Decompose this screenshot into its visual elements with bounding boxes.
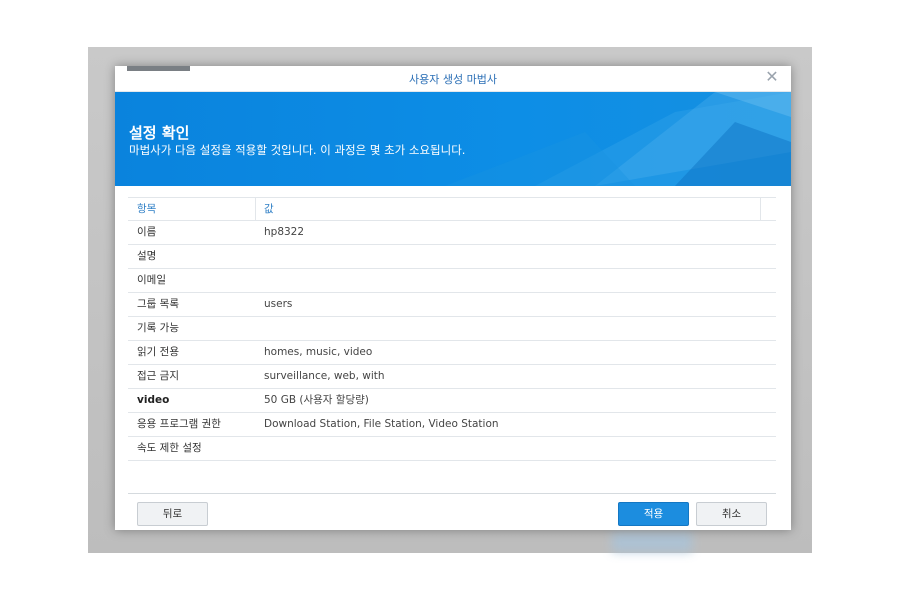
back-button[interactable]: 뒤로 bbox=[137, 502, 208, 526]
row-item: 접근 금지 bbox=[137, 370, 179, 382]
row-value: 50 GB (사용자 할당량) bbox=[264, 394, 369, 406]
apply-button[interactable]: 적용 bbox=[618, 502, 689, 526]
dialog-titlebar[interactable]: 사용자 생성 마법사 ✕ bbox=[115, 66, 791, 92]
row-item: 이름 bbox=[137, 226, 157, 238]
settings-summary-table: 항목 값 이름 hp8322 설명 이메일 그룹 목록 users 기록 가능 … bbox=[128, 197, 776, 461]
row-item: 설명 bbox=[137, 250, 157, 262]
table-row: 이메일 bbox=[128, 269, 776, 293]
table-row: 읽기 전용 homes, music, video bbox=[128, 341, 776, 365]
row-item: 기록 가능 bbox=[137, 322, 179, 334]
banner-subtitle: 마법사가 다음 설정을 적용할 것입니다. 이 과정은 몇 초가 소요됩니다. bbox=[129, 143, 466, 157]
column-divider bbox=[255, 198, 256, 220]
table-row: 기록 가능 bbox=[128, 317, 776, 341]
row-item: 읽기 전용 bbox=[137, 346, 179, 358]
cancel-button[interactable]: 취소 bbox=[696, 502, 767, 526]
table-row: video 50 GB (사용자 할당량) bbox=[128, 389, 776, 413]
row-value: surveillance, web, with bbox=[264, 370, 385, 382]
row-item: 속도 제한 설정 bbox=[137, 442, 202, 454]
wizard-banner: 설정 확인 마법사가 다음 설정을 적용할 것입니다. 이 과정은 몇 초가 소… bbox=[115, 92, 791, 186]
column-header-value[interactable]: 값 bbox=[264, 198, 274, 221]
row-value: users bbox=[264, 298, 293, 310]
row-item: 그룹 목록 bbox=[137, 298, 179, 310]
table-row: 이름 hp8322 bbox=[128, 221, 776, 245]
table-row: 설명 bbox=[128, 245, 776, 269]
table-row: 응용 프로그램 권한 Download Station, File Statio… bbox=[128, 413, 776, 437]
table-row: 속도 제한 설정 bbox=[128, 437, 776, 461]
background-taskbar-blur bbox=[612, 532, 692, 552]
column-header-item[interactable]: 항목 bbox=[137, 198, 156, 221]
table-row: 접근 금지 surveillance, web, with bbox=[128, 365, 776, 389]
row-item: 이메일 bbox=[137, 274, 166, 286]
row-value: homes, music, video bbox=[264, 346, 373, 358]
row-item: video bbox=[137, 394, 170, 406]
close-icon[interactable]: ✕ bbox=[763, 68, 781, 86]
column-divider bbox=[760, 198, 761, 220]
banner-decoration bbox=[445, 92, 791, 186]
table-row: 그룹 목록 users bbox=[128, 293, 776, 317]
table-header-row: 항목 값 bbox=[128, 197, 776, 221]
row-value: Download Station, File Station, Video St… bbox=[264, 418, 499, 430]
banner-title: 설정 확인 bbox=[129, 124, 190, 142]
user-creation-wizard-dialog: 사용자 생성 마법사 ✕ 설정 확인 마법사가 다음 설정을 적용할 것입니다.… bbox=[115, 66, 791, 530]
row-item: 응용 프로그램 권한 bbox=[137, 418, 221, 430]
footer-divider bbox=[128, 493, 776, 494]
row-value: hp8322 bbox=[264, 226, 305, 238]
dialog-title: 사용자 생성 마법사 bbox=[409, 73, 497, 86]
